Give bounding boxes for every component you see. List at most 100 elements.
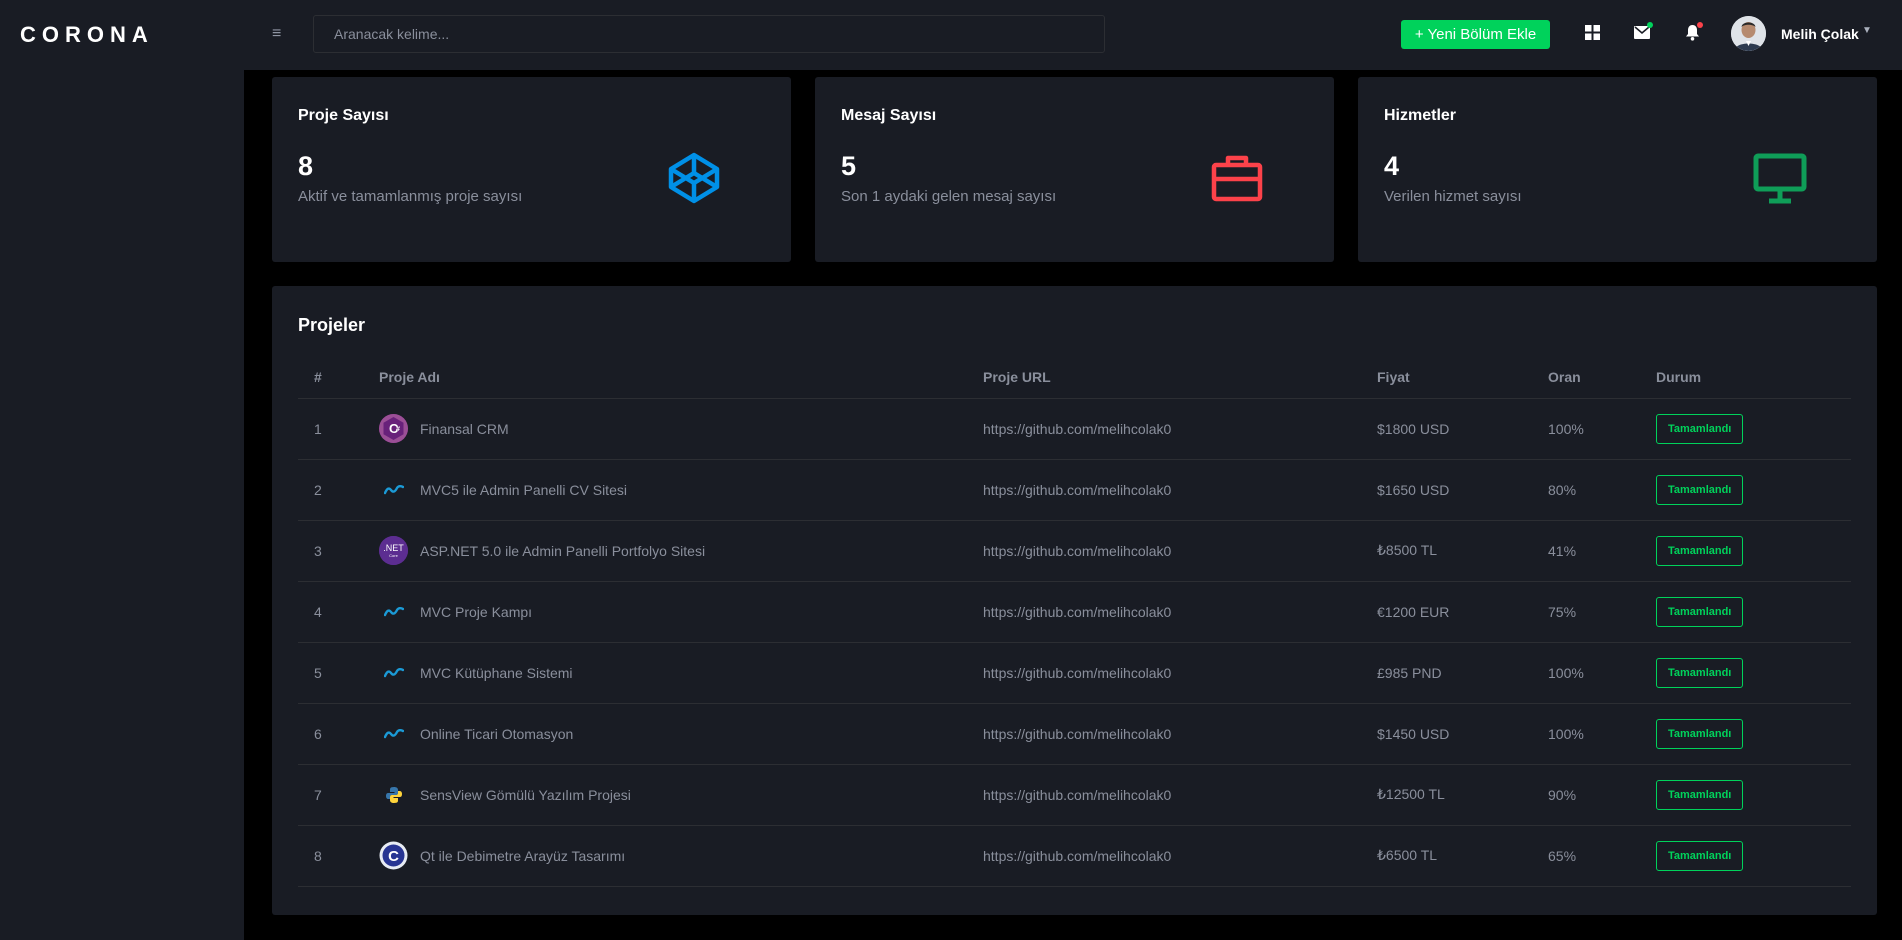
column-header-rate: Oran <box>1548 356 1656 399</box>
svg-text:C: C <box>388 848 399 865</box>
status-badge: Tamamlandı <box>1656 535 1744 566</box>
project-url-link[interactable]: https://github.com/melihcolak0 <box>983 459 1377 521</box>
csharp-icon: C # <box>379 414 408 443</box>
table-row[interactable]: 2 MVC5 ile Admin Panelli CV Sitesi https… <box>298 459 1851 521</box>
card-description: Son 1 aydaki gelen mesaj sayısı <box>841 188 1057 205</box>
chevron-down-icon[interactable]: ▼ <box>1862 25 1872 36</box>
cell-rate: 75% <box>1548 581 1656 643</box>
mail-notification-dot <box>1647 22 1653 28</box>
status-badge: Tamamlandı <box>1656 779 1744 810</box>
cell-number: 8 <box>298 825 379 887</box>
card-description: Aktif ve tamamlanmış proje sayısı <box>298 188 523 205</box>
project-name: MVC5 ile Admin Panelli CV Sitesi <box>420 481 627 498</box>
table-row[interactable]: 6 Online Ticari Otomasyon https://github… <box>298 703 1851 765</box>
table-row[interactable]: 7 SensView Gömülü Yazılım Projesi https:… <box>298 764 1851 826</box>
top-navbar: ≡ + Yeni Bölüm Ekle Melih Çolak ▼ <box>244 0 1902 70</box>
dotnet-mvc-icon <box>379 597 408 626</box>
table-row[interactable]: 1 C # Finansal CRM https://github.com/mel… <box>298 398 1851 460</box>
cell-rate: 65% <box>1548 825 1656 887</box>
card-value: 8 <box>298 151 314 181</box>
project-name: MVC Proje Kampı <box>420 603 533 620</box>
table-row[interactable]: 3 .NET Core ASP.NET 5.0 ile Admin Panelli… <box>298 520 1851 582</box>
dotnet-mvc-icon <box>379 719 408 748</box>
table-row[interactable]: 4 MVC Proje Kampı https://github.com/mel… <box>298 581 1851 643</box>
project-name: MVC Kütüphane Sistemi <box>420 664 573 681</box>
view-grid-icon[interactable] <box>1582 22 1602 42</box>
search-input[interactable] <box>313 15 1105 53</box>
card-services: Hizmetler 4 Verilen hizmet sayısı <box>1358 77 1877 262</box>
status-badge: Tamamlandı <box>1656 474 1744 505</box>
project-url-link[interactable]: https://github.com/melihcolak0 <box>983 581 1377 643</box>
cell-price: $1650 USD <box>1377 459 1548 521</box>
cell-price: £985 PND <box>1377 642 1548 704</box>
project-url-link[interactable]: https://github.com/melihcolak0 <box>983 398 1377 460</box>
column-header-url: Proje URL <box>983 356 1377 399</box>
cell-number: 5 <box>298 642 379 704</box>
cell-rate: 100% <box>1548 642 1656 704</box>
monitor-icon <box>1752 150 1808 206</box>
dotnet-mvc-icon <box>379 475 408 504</box>
column-header-price: Fiyat <box>1377 356 1548 399</box>
cell-rate: 41% <box>1548 520 1656 582</box>
bell-icon[interactable] <box>1682 22 1703 42</box>
project-url-link[interactable]: https://github.com/melihcolak0 <box>983 825 1377 887</box>
status-badge: Tamamlandı <box>1656 840 1744 871</box>
cell-number: 6 <box>298 703 379 765</box>
project-name: Finansal CRM <box>420 420 509 437</box>
card-value: 5 <box>841 151 857 181</box>
table-row[interactable]: 5 MVC Kütüphane Sistemi https://github.c… <box>298 642 1851 704</box>
cell-number: 2 <box>298 459 379 521</box>
card-title: Proje Sayısı <box>298 107 389 124</box>
card-description: Verilen hizmet sayısı <box>1384 188 1522 205</box>
cell-price: ₺12500 TL <box>1377 764 1548 826</box>
card-title: Mesaj Sayısı <box>841 107 937 124</box>
menu-toggle-icon[interactable]: ≡ <box>272 24 281 44</box>
card-message-count: Mesaj Sayısı 5 Son 1 aydaki gelen mesaj … <box>815 77 1334 262</box>
cell-rate: 100% <box>1548 703 1656 765</box>
cell-price: $1450 USD <box>1377 703 1548 765</box>
dotnet-core-icon: .NET Core <box>379 536 408 565</box>
svg-text:Core: Core <box>389 553 398 558</box>
project-name: Qt ile Debimetre Arayüz Tasarımı <box>420 847 626 864</box>
cell-number: 1 <box>298 398 379 460</box>
project-url-link[interactable]: https://github.com/melihcolak0 <box>983 642 1377 704</box>
project-name: ASP.NET 5.0 ile Admin Panelli Portfolyo … <box>420 542 706 559</box>
project-url-link[interactable]: https://github.com/melihcolak0 <box>983 764 1377 826</box>
c-language-icon: C <box>379 841 408 870</box>
add-section-button[interactable]: + Yeni Bölüm Ekle <box>1401 20 1550 49</box>
cell-price: €1200 EUR <box>1377 581 1548 643</box>
avatar[interactable] <box>1731 16 1766 51</box>
user-name[interactable]: Melih Çolak <box>1781 26 1859 42</box>
status-badge: Tamamlandı <box>1656 596 1744 627</box>
status-badge: Tamamlandı <box>1656 413 1744 444</box>
projects-table: # Proje Adı Proje URL Fiyat Oran Durum 1… <box>298 356 1851 887</box>
cell-price: ₺6500 TL <box>1377 825 1548 887</box>
cell-rate: 90% <box>1548 764 1656 826</box>
card-title: Hizmetler <box>1384 107 1457 124</box>
card-value: 4 <box>1384 151 1400 181</box>
project-name: Online Ticari Otomasyon <box>420 725 574 742</box>
svg-text:.NET: .NET <box>383 543 404 553</box>
cell-rate: 100% <box>1548 398 1656 460</box>
project-url-link[interactable]: https://github.com/melihcolak0 <box>983 703 1377 765</box>
svg-text:#: # <box>396 426 400 433</box>
mail-icon[interactable] <box>1632 22 1653 42</box>
sidebar: CORONA <box>0 0 244 940</box>
projects-panel: Projeler # Proje Adı Proje URL Fiyat Ora… <box>272 286 1877 915</box>
dotnet-mvc-icon <box>379 658 408 687</box>
cell-number: 7 <box>298 764 379 826</box>
project-url-link[interactable]: https://github.com/melihcolak0 <box>983 520 1377 582</box>
brand-logo[interactable]: CORONA <box>20 22 154 48</box>
project-name: SensView Gömülü Yazılım Projesi <box>420 786 631 803</box>
table-row[interactable]: 8 C Qt ile Debimetre Arayüz Tasarımı htt… <box>298 825 1851 887</box>
table-header-row: # Proje Adı Proje URL Fiyat Oran Durum <box>298 356 1851 399</box>
cell-price: ₺8500 TL <box>1377 520 1548 582</box>
column-header-status: Durum <box>1656 356 1851 399</box>
briefcase-icon <box>1209 150 1265 206</box>
status-badge: Tamamlandı <box>1656 718 1744 749</box>
column-header-number: # <box>298 356 379 399</box>
panel-title: Projeler <box>298 315 366 335</box>
cell-price: $1800 USD <box>1377 398 1548 460</box>
codepen-icon <box>666 150 722 206</box>
status-badge: Tamamlandı <box>1656 657 1744 688</box>
